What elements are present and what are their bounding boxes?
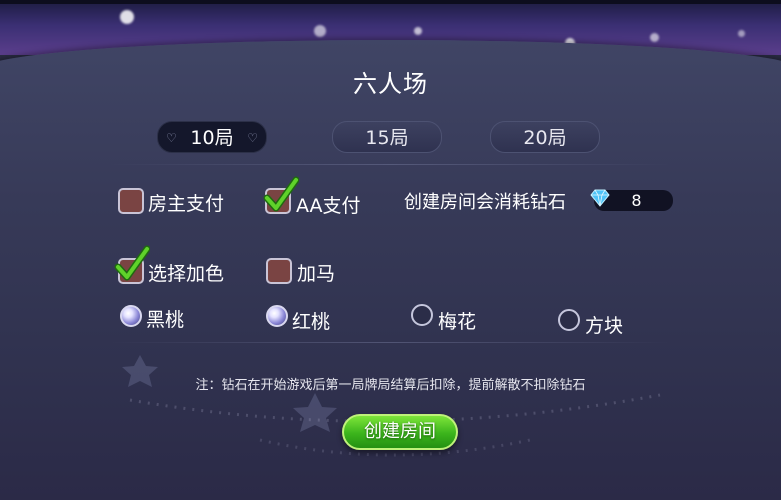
aa-pay-label: AA支付 (296, 195, 361, 217)
heart-icon: ♡ (247, 131, 258, 145)
rounds-10-button[interactable]: ♡ 10局 ♡ (157, 121, 267, 153)
heart-label: 红桃 (292, 311, 331, 333)
diamond-cost-label: 创建房间会消耗钻石 (404, 192, 566, 213)
rounds-20-label: 20局 (523, 127, 567, 149)
spade-radio[interactable] (120, 305, 142, 327)
rounds-15-label: 15局 (365, 127, 409, 149)
diamond-suit-label: 方块 (585, 315, 624, 337)
club-label: 梅花 (438, 311, 477, 333)
add-horse-label: 加马 (297, 263, 336, 285)
owner-pay-checkbox[interactable] (118, 188, 144, 214)
rounds-20-button[interactable]: 20局 (490, 121, 600, 153)
add-horse-checkbox[interactable] (266, 258, 292, 284)
check-icon (263, 176, 299, 212)
divider (110, 342, 670, 343)
rounds-10-label: 10局 (190, 127, 234, 149)
divider (110, 164, 670, 165)
heart-icon: ♡ (166, 131, 177, 145)
create-room-button[interactable]: 创建房间 (342, 414, 458, 450)
club-radio[interactable] (411, 304, 433, 326)
heart-radio[interactable] (266, 305, 288, 327)
diamond-suit-radio[interactable] (558, 309, 580, 331)
rounds-15-button[interactable]: 15局 (332, 121, 442, 153)
diamond-note: 注：钻石在开始游戏后第一局牌局结算后扣除，提前解散不扣除钻石 (195, 378, 586, 393)
check-icon (114, 245, 150, 281)
diamond-icon (590, 189, 610, 207)
dialog-title: 六人场 (353, 70, 428, 98)
owner-pay-label: 房主支付 (148, 193, 225, 215)
spade-label: 黑桃 (146, 309, 185, 331)
choose-color-label: 选择加色 (148, 263, 225, 285)
